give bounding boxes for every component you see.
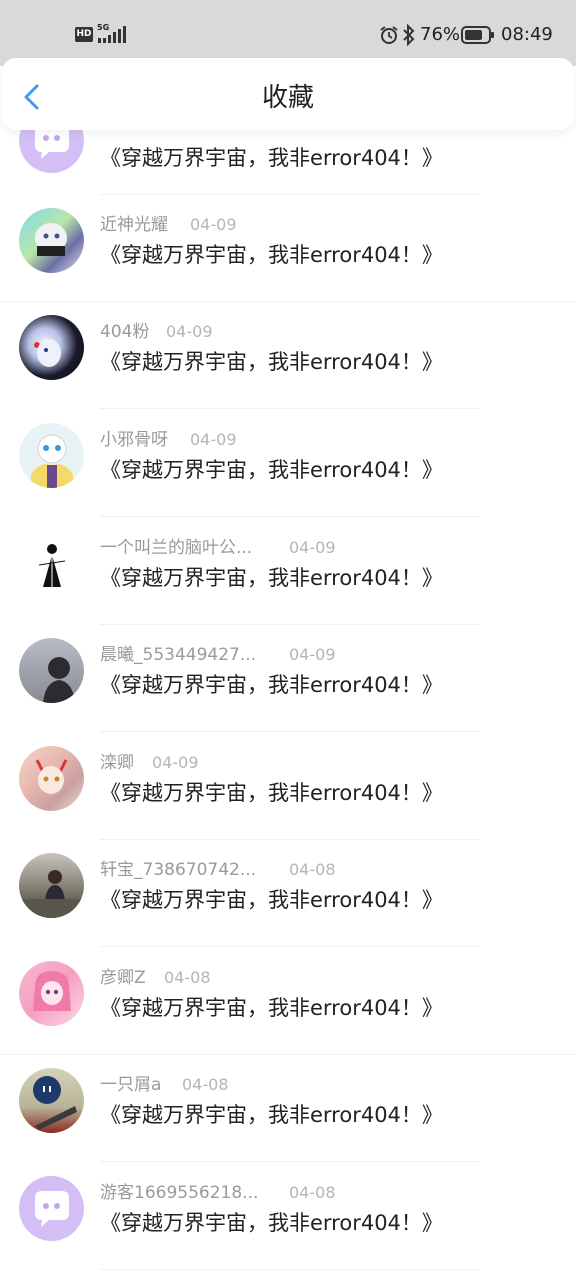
list-item[interactable]: 404粉 04-09 《穿越万界宇宙，我非error404！》 [0,302,576,409]
row-divider [100,1161,480,1162]
anime-character-icon [33,971,71,1011]
row-divider [100,408,480,409]
row-divider [100,946,480,947]
list-item[interactable]: 轩宝_738670742... 04-08 《穿越万界宇宙，我非error404… [0,840,576,947]
avatar[interactable] [19,1176,84,1241]
page-title: 收藏 [261,83,314,113]
favorite-title[interactable]: 《穿越万界宇宙，我非error404！》 [100,885,443,915]
favorite-title[interactable]: 《穿越万界宇宙，我非error404！》 [100,240,443,270]
avatar[interactable] [19,531,84,596]
favorite-title[interactable]: 《穿越万界宇宙，我非error404！》 [100,1100,443,1130]
favorite-date: 04-08 [182,1075,229,1094]
list-item[interactable]: 晨曦_553449427... 04-09 《穿越万界宇宙，我非error404… [0,625,576,732]
nav-header: 收藏 [2,58,574,130]
user-name[interactable]: 游客1669556218... [100,1181,258,1205]
list-item[interactable]: 小邪骨呀 04-09 《穿越万界宇宙，我非error404！》 [0,410,576,517]
row-divider [100,1269,480,1270]
list-item[interactable]: 一个叫兰的脑叶公... 04-09 《穿越万界宇宙，我非error404！》 [0,518,576,625]
game-character-icon [33,1076,77,1130]
list-item[interactable]: 游客1669556218... 04-08 《穿越万界宇宙，我非error404… [0,1163,576,1270]
favorite-title[interactable]: 《穿越万界宇宙，我非error404！》 [100,670,443,700]
user-name[interactable]: 晨曦_553449427... [100,643,256,667]
favorite-date: 04-09 [152,753,199,772]
battery-icon [461,26,494,44]
favorite-title[interactable]: 《穿越万界宇宙，我非error404！》 [100,143,443,173]
avatar[interactable] [19,423,84,488]
avatar[interactable] [19,208,84,273]
favorite-title[interactable]: 《穿越万界宇宙，我非error404！》 [100,993,443,1023]
anime-character-icon [31,434,73,488]
hd-badge: HD [75,27,93,42]
user-name[interactable]: 滦卿 [100,751,134,775]
favorite-title[interactable]: 《穿越万界宇宙，我非error404！》 [100,778,443,808]
user-name[interactable]: 轩宝_738670742... [100,858,256,882]
avatar[interactable] [19,961,84,1026]
user-name[interactable]: 彦卿Z [100,966,146,990]
favorite-date: 04-09 [289,538,336,557]
anime-character-icon [35,223,67,256]
favorite-date: 04-08 [289,860,336,879]
favorite-date: 04-09 [289,645,336,664]
avatar[interactable] [19,1068,84,1133]
silhouette-icon [43,657,75,703]
avatar[interactable] [19,315,84,380]
avatar[interactable] [19,853,84,918]
row-divider [100,731,480,732]
clock-time: 08:49 [501,24,553,45]
alarm-icon [380,26,398,44]
user-name[interactable]: 近神光耀 [100,213,168,237]
user-name[interactable]: 小邪骨呀 [100,428,168,452]
bluetooth-icon [403,24,415,46]
favorite-title[interactable]: 《穿越万界宇宙，我非error404！》 [100,455,443,485]
favorite-title[interactable]: 《穿越万界宇宙，我非error404！》 [100,1208,443,1238]
favorite-date: 04-09 [166,322,213,341]
row-divider [100,516,480,517]
avatar[interactable] [19,746,84,811]
favorite-date: 04-08 [164,968,211,987]
user-name[interactable]: 一个叫兰的脑叶公... [100,536,252,560]
favorite-title[interactable]: 《穿越万界宇宙，我非error404！》 [100,347,443,377]
sketch-figure-icon [38,544,66,587]
favorite-date: 04-09 [190,430,237,449]
list-item[interactable]: 滦卿 04-09 《穿越万界宇宙，我非error404！》 [0,733,576,840]
avatar[interactable] [19,638,84,703]
chat-bubble-icon [35,1191,69,1227]
status-bar: HD 5G 76% 08:49 [0,0,576,66]
user-name[interactable]: 404粉 [100,320,149,344]
list-item[interactable]: 一只屑a 04-08 《穿越万界宇宙，我非error404！》 [0,1055,576,1162]
list-item[interactable]: 近神光耀 04-09 《穿越万界宇宙，我非error404！》 [0,195,576,302]
favorite-date: 04-09 [190,215,237,234]
photo-person-icon [19,870,84,918]
list-item[interactable]: 彦卿Z 04-08 《穿越万界宇宙，我非error404！》 [0,948,576,1055]
battery-percent: 76% [420,24,461,45]
anime-character-icon [35,759,68,794]
favorite-title[interactable]: 《穿越万界宇宙，我非error404！》 [100,563,443,593]
anime-character-icon [34,339,61,367]
signal-icon [98,26,126,43]
user-name[interactable]: 一只屑a [100,1073,161,1097]
favorites-list[interactable]: 《穿越万界宇宙，我非error404！》 近神光耀 04-09 《穿越万界宇宙，… [0,0,576,1280]
favorite-date: 04-08 [289,1183,336,1202]
